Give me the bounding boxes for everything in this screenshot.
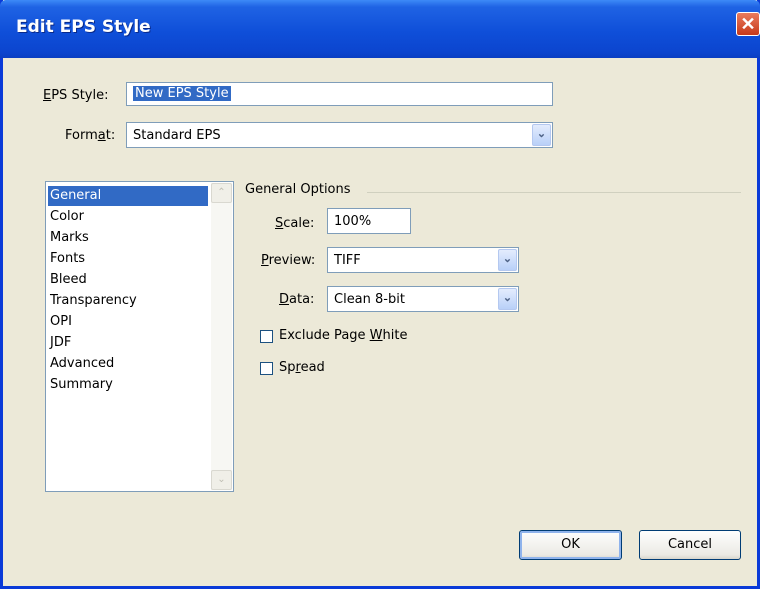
chevron-down-icon: ⌄ [502,253,513,265]
edit-eps-style-dialog: Edit EPS Style ✕ EPS Style: New EPS Styl… [0,0,760,589]
group-divider [367,192,741,193]
scroll-down-button[interactable]: ⌄ [211,470,232,490]
preview-select[interactable]: TIFF ⌄ [327,247,519,273]
list-item-color[interactable]: Color [48,207,208,227]
list-scrollbar[interactable]: ⌃ ⌄ [211,183,232,490]
eps-style-label: EPS Style: [43,88,109,103]
list-item-summary[interactable]: Summary [48,375,208,395]
list-item-opi[interactable]: OPI [48,312,208,332]
arrow-down-icon: ⌄ [217,474,226,485]
list-item-general[interactable]: General [48,186,208,206]
scale-input[interactable]: 100% [327,208,411,234]
list-item-jdf[interactable]: JDF [48,333,208,353]
title-bar[interactable]: Edit EPS Style ✕ [0,0,760,58]
scale-label: Scale: [275,216,315,231]
list-item-fonts[interactable]: Fonts [48,249,208,269]
chevron-down-icon: ⌄ [502,292,513,304]
spread-label[interactable]: Spread [279,360,325,375]
window-title: Edit EPS Style [16,17,151,37]
exclude-page-white-label[interactable]: Exclude Page White [279,328,407,343]
scale-value: 100% [334,214,372,229]
preview-dropdown-button[interactable]: ⌄ [498,249,517,271]
arrow-up-icon: ⌃ [217,187,226,198]
close-button[interactable]: ✕ [736,12,760,36]
eps-style-value: New EPS Style [133,86,231,101]
scroll-up-button[interactable]: ⌃ [211,183,232,203]
format-dropdown-button[interactable]: ⌄ [532,124,551,146]
preview-value: TIFF [334,253,361,268]
format-label: Format: [65,128,116,143]
data-dropdown-button[interactable]: ⌄ [498,288,517,310]
data-select[interactable]: Clean 8-bit ⌄ [327,286,519,312]
data-value: Clean 8-bit [334,292,405,307]
data-label: Data: [279,292,315,307]
format-value: Standard EPS [133,128,221,143]
exclude-page-white-checkbox[interactable] [260,330,273,343]
chevron-down-icon: ⌄ [536,128,547,140]
general-options-title: General Options [245,182,351,197]
list-item-marks[interactable]: Marks [48,228,208,248]
list-item-transparency[interactable]: Transparency [48,291,208,311]
eps-style-input[interactable]: New EPS Style [126,82,553,106]
category-list[interactable]: General Color Marks Fonts Bleed Transpar… [45,181,234,492]
format-select[interactable]: Standard EPS ⌄ [126,122,553,148]
ok-button[interactable]: OK [519,530,622,560]
list-item-bleed[interactable]: Bleed [48,270,208,290]
preview-label: Preview: [261,253,316,268]
close-icon: ✕ [740,14,756,34]
spread-checkbox[interactable] [260,362,273,375]
cancel-button[interactable]: Cancel [639,530,741,560]
list-item-advanced[interactable]: Advanced [48,354,208,374]
